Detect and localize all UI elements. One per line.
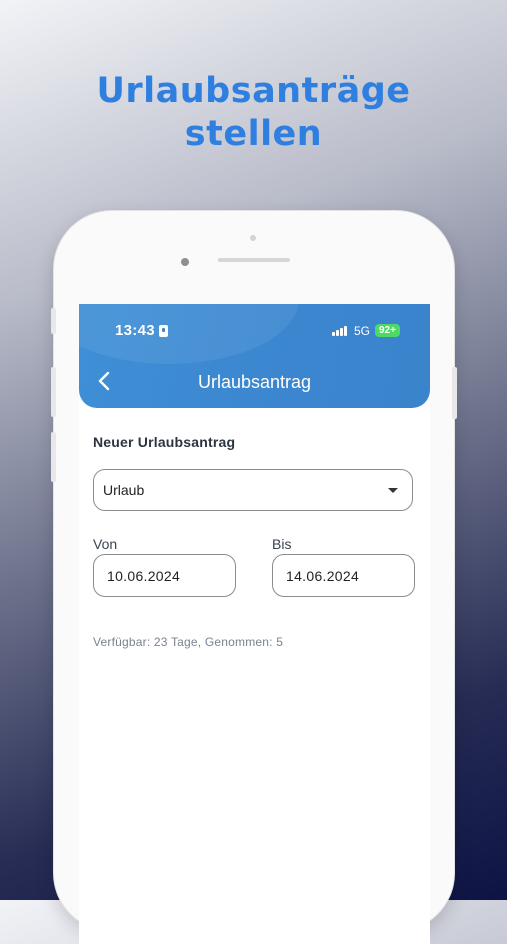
to-date-field[interactable]: 14.06.2024 — [272, 554, 415, 597]
phone-frame: 13:43 5G 92+ Urlaubsantrag Neuer Urlaubs… — [51, 211, 457, 944]
app-bar: 13:43 5G 92+ Urlaubsantrag — [79, 304, 430, 408]
app-bar-decoration — [79, 304, 299, 364]
form-heading: Neuer Urlaubsantrag — [93, 434, 236, 450]
from-date-field[interactable]: 10.06.2024 — [93, 554, 236, 597]
app-screen: 13:43 5G 92+ Urlaubsantrag Neuer Urlaubs… — [79, 304, 430, 944]
from-label: Von — [93, 536, 118, 552]
to-date-value: 14.06.2024 — [286, 568, 360, 584]
battery-icon: 92+ — [375, 324, 400, 337]
status-time: 13:43 — [115, 322, 155, 339]
network-type: 5G — [354, 324, 371, 338]
phone-volume-up — [51, 367, 56, 417]
lock-icon — [159, 325, 168, 337]
promo-headline-line2: stellen — [184, 114, 323, 154]
proximity-sensor — [250, 235, 256, 241]
leave-type-select[interactable]: Urlaub — [93, 469, 413, 511]
from-date-value: 10.06.2024 — [107, 568, 181, 584]
front-camera — [181, 258, 189, 266]
signal-icon — [332, 326, 350, 336]
to-label: Bis — [272, 536, 292, 552]
phone-volume-down — [51, 432, 56, 482]
leave-type-value: Urlaub — [103, 482, 145, 498]
dropdown-arrow-icon — [388, 488, 398, 493]
page-title: Urlaubsantrag — [197, 372, 312, 392]
promo-headline: Urlaubsanträge stellen — [0, 70, 507, 156]
phone-power-button — [452, 367, 457, 419]
phone-mute-switch — [51, 308, 56, 334]
availability-info: Verfügbar: 23 Tage, Genommen: 5 — [93, 635, 284, 649]
promo-headline-line1: Urlaubsanträge — [96, 71, 411, 111]
earpiece-speaker — [218, 258, 290, 262]
